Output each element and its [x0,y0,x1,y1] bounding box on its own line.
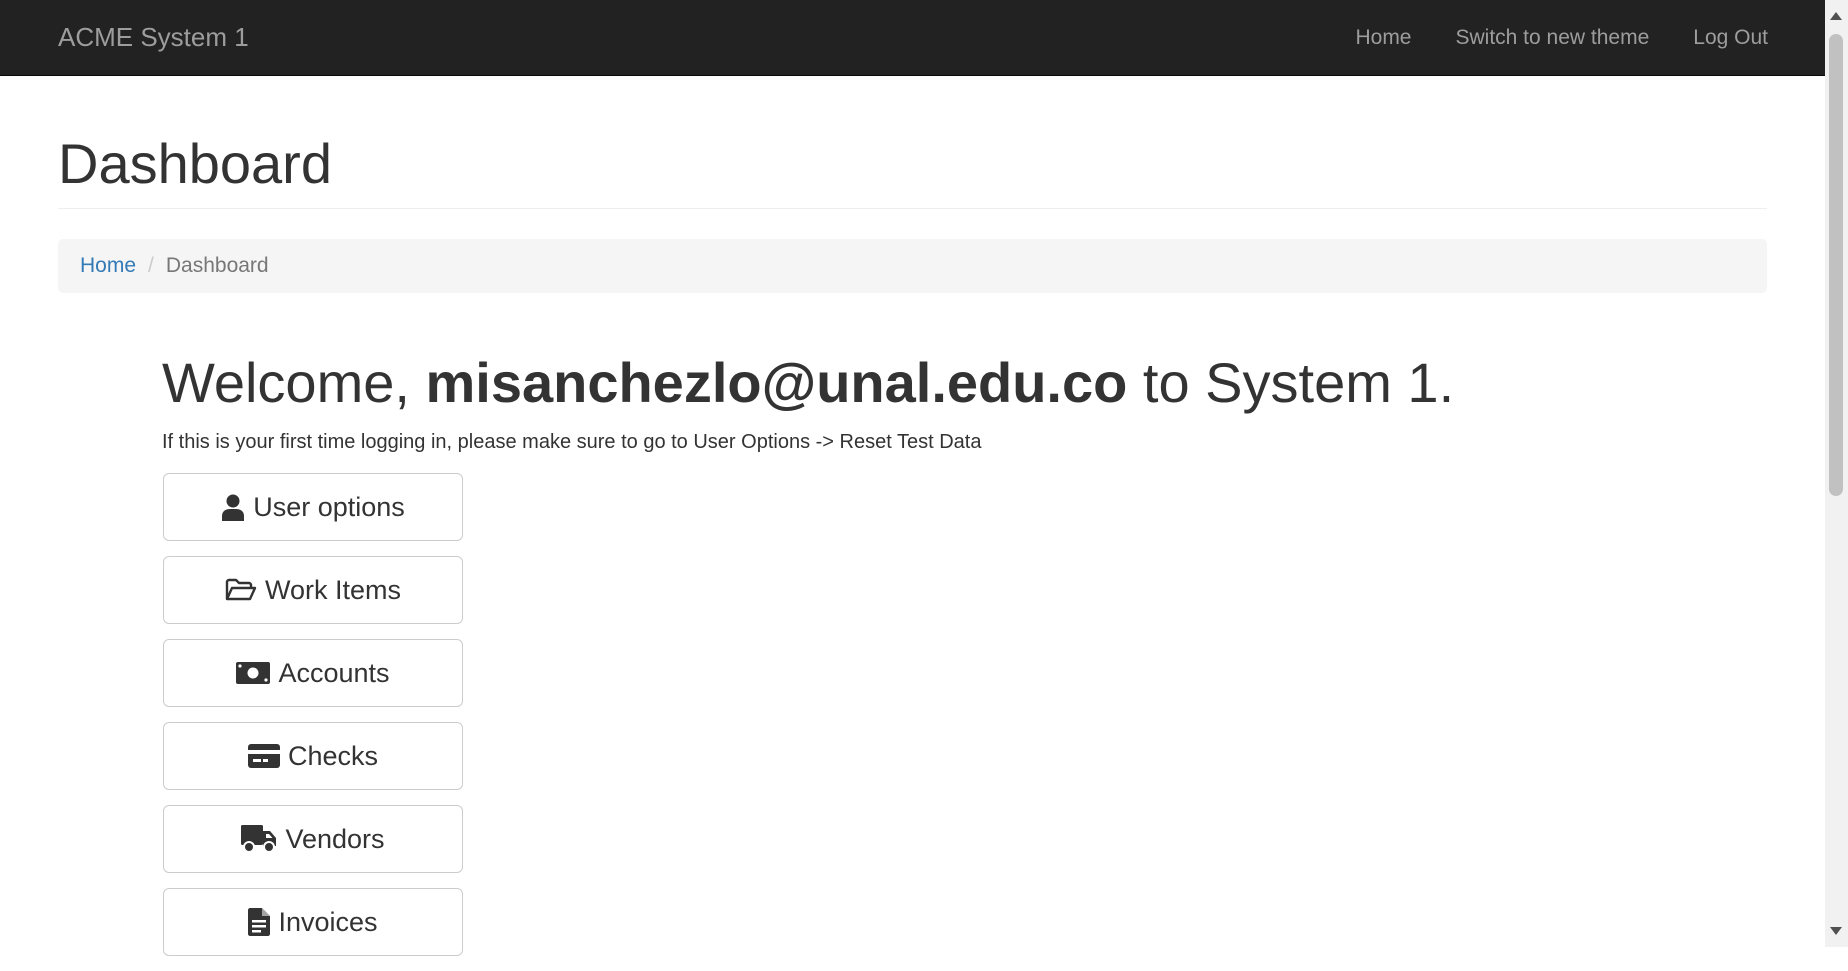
welcome-suffix: to System 1. [1127,351,1455,414]
dashboard-menu: User options Work Items Accounts Checks [163,473,463,971]
page-title: Dashboard [58,132,332,195]
invoices-button[interactable]: Invoices [163,888,463,956]
breadcrumb-separator: / [148,254,154,277]
file-invoice-icon [248,908,271,936]
checks-button[interactable]: Checks [163,722,463,790]
vendors-label: Vendors [285,823,385,854]
vertical-scrollbar[interactable] [1825,0,1848,947]
nav-logout-link[interactable]: Log Out [1671,0,1768,75]
brand-link[interactable]: ACME System 1 [58,0,249,75]
top-navbar: ACME System 1 Home Switch to new theme L… [0,0,1825,76]
truck-icon [241,825,277,853]
nav-home-link[interactable]: Home [1333,0,1433,75]
invoices-label: Invoices [278,906,378,937]
credit-card-icon [247,744,280,768]
scroll-down-arrow[interactable] [1830,927,1842,935]
breadcrumb-current: Dashboard [165,254,269,277]
page-header: Dashboard [58,136,1767,209]
checks-label: Checks [287,740,379,771]
work-items-button[interactable]: Work Items [163,556,463,624]
user-icon [222,494,245,521]
navbar-links: Home Switch to new theme Log Out [1333,0,1768,75]
vendors-button[interactable]: Vendors [163,805,463,873]
welcome-prefix: Welcome, [162,351,426,414]
welcome-user-email: misanchezlo@unal.edu.co [425,351,1128,414]
nav-switch-theme-link[interactable]: Switch to new theme [1434,0,1672,75]
user-options-label: User options [253,491,405,522]
scroll-up-arrow[interactable] [1830,12,1842,20]
welcome-heading: Welcome, misanchezlo@unal.edu.co to Syst… [162,350,1454,416]
accounts-button[interactable]: Accounts [163,639,463,707]
money-bill-icon [236,662,271,684]
breadcrumb-home-link[interactable]: Home [80,254,136,278]
folder-open-icon [225,578,257,601]
accounts-label: Accounts [278,657,390,688]
scrollbar-thumb[interactable] [1829,34,1843,496]
work-items-label: Work Items [264,574,401,605]
first-login-hint: If this is your first time logging in, p… [162,431,982,453]
user-options-button[interactable]: User options [163,473,463,541]
breadcrumb: Home / Dashboard [58,239,1767,293]
